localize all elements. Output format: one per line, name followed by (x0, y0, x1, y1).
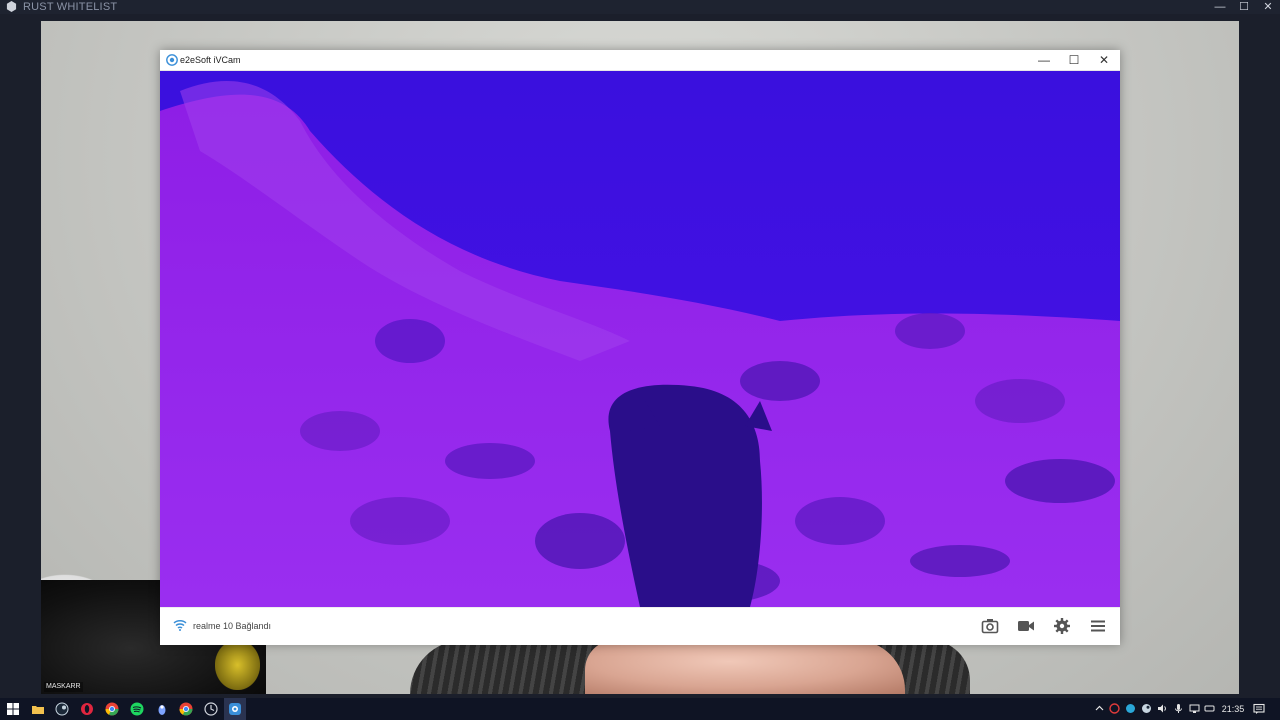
host-maximize-button[interactable]: ☐ (1232, 0, 1256, 14)
camera-preview (160, 71, 1120, 607)
record-video-button[interactable] (1017, 617, 1035, 635)
windows-taskbar: 21:35 (0, 698, 1280, 720)
ivcam-window: e2eSoft iVCam — ☐ ✕ realme 10 Bağlandı (160, 50, 1120, 645)
camera-snapshot-button[interactable] (981, 617, 999, 635)
spotify-icon[interactable] (129, 701, 145, 717)
ivcam-titlebar[interactable]: e2eSoft iVCam — ☐ ✕ (160, 50, 1120, 71)
host-window-title: RUST WHITELIST (23, 1, 118, 13)
taskbar-clock[interactable]: 21:35 (1217, 698, 1249, 720)
ivcam-icon[interactable] (227, 701, 243, 717)
steam-tray-icon[interactable] (1141, 703, 1152, 714)
ivcam-app-icon (166, 54, 178, 66)
host-titlebar: RUST WHITELIST — ☐ ✕ (0, 0, 1280, 14)
app-tray-icon[interactable] (1109, 703, 1120, 714)
clock-app-icon[interactable] (203, 701, 219, 717)
ivcam-bottom-bar: realme 10 Bağlandı (160, 607, 1120, 645)
mask-label: MASKARR (44, 682, 83, 692)
chrome-icon[interactable] (178, 701, 194, 717)
ivcam-window-title: e2eSoft iVCam (180, 55, 241, 65)
host-app-icon (6, 1, 17, 12)
ivcam-minimize-button[interactable]: — (1029, 50, 1059, 70)
windows-start-icon[interactable] (5, 701, 21, 717)
menu-button[interactable] (1089, 617, 1107, 635)
steam-icon[interactable] (54, 701, 70, 717)
network-icon[interactable] (1189, 703, 1200, 714)
keyboard-icon[interactable] (1204, 703, 1215, 714)
background-yellow-object (215, 640, 260, 690)
background-hand (585, 640, 905, 694)
camera-frame-image (160, 71, 1120, 607)
host-minimize-button[interactable]: — (1208, 0, 1232, 14)
app-icon[interactable] (154, 701, 170, 717)
host-close-button[interactable]: ✕ (1256, 0, 1280, 14)
speaker-icon[interactable] (1157, 703, 1168, 714)
app-tray-icon[interactable] (1125, 703, 1136, 714)
chrome-icon[interactable] (104, 701, 120, 717)
ivcam-maximize-button[interactable]: ☐ (1059, 50, 1089, 70)
notification-icon[interactable] (1253, 703, 1265, 715)
wifi-icon (173, 620, 187, 631)
file-explorer-icon[interactable] (30, 701, 46, 717)
settings-button[interactable] (1053, 617, 1071, 635)
opera-gx-icon[interactable] (79, 701, 95, 717)
chevron-up-icon[interactable] (1094, 703, 1105, 714)
microphone-icon[interactable] (1173, 703, 1184, 714)
connection-status: realme 10 Bağlandı (193, 621, 272, 631)
ivcam-close-button[interactable]: ✕ (1089, 50, 1119, 70)
